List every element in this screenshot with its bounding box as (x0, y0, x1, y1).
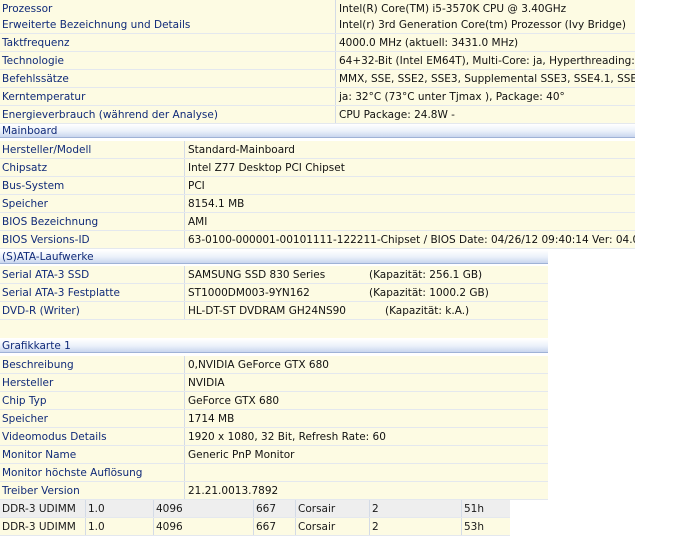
mainboard-row: Speicher 8154.1 MB (0, 195, 635, 213)
memory-speed: 667 (253, 500, 295, 518)
mainboard-label: BIOS Versions-ID (2, 234, 90, 246)
gpu-label: Monitor höchste Auflösung (2, 467, 143, 479)
memory-type: DDR-3 UDIMM (2, 521, 76, 533)
drive-capacity: (Kapazität: k.A.) (385, 305, 470, 317)
gpu-row: Treiber Version 21.21.0013.7892 (0, 482, 548, 500)
cpu-label: Erweiterte Bezeichnung und Details (2, 19, 191, 31)
empty-row (0, 320, 548, 338)
gpu-label: Videomodus Details (2, 431, 107, 443)
cpu-row: Kerntemperatur ja: 32°C (73°C unter Tjma… (0, 88, 635, 106)
memory-size: 4096 (153, 500, 253, 518)
memory-speed: 667 (253, 518, 295, 536)
drive-label: Serial ATA-3 SSD (2, 269, 90, 281)
gpu-label: Hersteller (2, 377, 54, 389)
memory-row: DDR-3 UDIMM 1.0 4096 667 Corsair 2 51h (0, 500, 510, 518)
drive-label: DVD-R (Writer) (2, 305, 80, 317)
drive-capacity: (Kapazität: 1000.2 GB) (369, 287, 489, 299)
gpu-value: 21.21.0013.7892 (184, 482, 548, 500)
gpu-value: GeForce GTX 680 (184, 392, 548, 410)
cpu-value: 4000.0 MHz (aktuell: 3431.0 MHz) (335, 34, 635, 52)
memory-bank: 2 (369, 518, 461, 536)
gpu-label: Beschreibung (2, 359, 74, 371)
cpu-label: Taktfrequenz (2, 37, 70, 49)
gpu-row: Hersteller NVIDIA (0, 374, 548, 392)
memory-type: DDR-3 UDIMM (2, 503, 76, 515)
memory-vendor: Corsair (295, 500, 369, 518)
gpu-row: Speicher 1714 MB (0, 410, 548, 428)
drive-value: ST1000DM003-9YN162 (Kapazität: 1000.2 GB… (184, 284, 548, 302)
mainboard-label: Bus-System (2, 180, 65, 192)
gpu-value: 1920 x 1080, 32 Bit, Refresh Rate: 60 (184, 428, 548, 446)
drive-model: SAMSUNG SSD 830 Series (188, 269, 326, 281)
memory-row: DDR-3 UDIMM 1.0 4096 667 Corsair 2 53h (0, 518, 510, 536)
gpu-row: Beschreibung 0,NVIDIA GeForce GTX 680 (0, 356, 548, 374)
cpu-row: Technologie 64+32-Bit (Intel EM64T), Mul… (0, 52, 635, 70)
cpu-value: ja: 32°C (73°C unter Tjmax ), Package: 4… (335, 88, 635, 106)
section-header-sata[interactable]: (S)ATA-Laufwerke (0, 250, 548, 264)
memory-vendor: Corsair (295, 518, 369, 536)
cpu-row: Taktfrequenz 4000.0 MHz (aktuell: 3431.0… (0, 34, 635, 52)
cpu-label: Energieverbrauch (während der Analyse) (2, 109, 218, 121)
mainboard-value: AMI (184, 213, 635, 231)
gpu-row: Monitor Name Generic PnP Monitor (0, 446, 548, 464)
cpu-label: Befehlssätze (2, 73, 69, 85)
gpu-value: 0,NVIDIA GeForce GTX 680 (184, 356, 548, 374)
cpu-row: Befehlssätze MMX, SSE, SSE2, SSE3, Suppl… (0, 70, 635, 88)
cpu-row: Erweiterte Bezeichnung und Details Intel… (0, 16, 635, 34)
gpu-label: Chip Typ (2, 395, 47, 407)
drive-model: HL-DT-ST DVDRAM GH24NS90 (188, 305, 346, 317)
mainboard-label: BIOS Bezeichnung (2, 216, 99, 228)
gpu-label: Treiber Version (2, 485, 80, 497)
drive-capacity: (Kapazität: 256.1 GB) (369, 269, 483, 281)
mainboard-row: Bus-System PCI (0, 177, 635, 195)
gpu-row: Videomodus Details 1920 x 1080, 32 Bit, … (0, 428, 548, 446)
drive-row: Serial ATA-3 Festplatte ST1000DM003-9YN1… (0, 284, 548, 302)
drive-row: DVD-R (Writer) HL-DT-ST DVDRAM GH24NS90 … (0, 302, 548, 320)
mainboard-label: Speicher (2, 198, 48, 210)
gpu-value: Generic PnP Monitor (184, 446, 548, 464)
drive-model: ST1000DM003-9YN162 (188, 287, 310, 299)
mainboard-row: Hersteller/Modell Standard-Mainboard (0, 141, 635, 159)
mainboard-value: Intel Z77 Desktop PCI Chipset (184, 159, 635, 177)
mainboard-row: Chipsatz Intel Z77 Desktop PCI Chipset (0, 159, 635, 177)
gpu-value: 1714 MB (184, 410, 548, 428)
gpu-value (184, 464, 548, 482)
gpu-row: Monitor höchste Auflösung (0, 464, 548, 482)
cpu-value: MMX, SSE, SSE2, SSE3, Supplemental SSE3,… (335, 70, 635, 88)
gpu-row: Chip Typ GeForce GTX 680 (0, 392, 548, 410)
cpu-value: CPU Package: 24.8W - (335, 106, 635, 124)
drive-value: SAMSUNG SSD 830 Series (Kapazität: 256.1… (184, 266, 548, 284)
drive-row: Serial ATA-3 SSD SAMSUNG SSD 830 Series … (0, 266, 548, 284)
memory-id: 51h (461, 500, 510, 518)
memory-bank: 2 (369, 500, 461, 518)
mainboard-value: Standard-Mainboard (184, 141, 635, 159)
mainboard-row: BIOS Versions-ID 63-0100-000001-00101111… (0, 231, 635, 249)
drive-label: Serial ATA-3 Festplatte (2, 287, 120, 299)
memory-id: 53h (461, 518, 510, 536)
memory-version: 1.0 (85, 518, 153, 536)
mainboard-value: PCI (184, 177, 635, 195)
memory-version: 1.0 (85, 500, 153, 518)
gpu-label: Monitor Name (2, 449, 77, 461)
mainboard-label: Chipsatz (2, 162, 48, 174)
gpu-label: Speicher (2, 413, 48, 425)
drive-value: HL-DT-ST DVDRAM GH24NS90 (Kapazität: k.A… (184, 302, 548, 320)
memory-size: 4096 (153, 518, 253, 536)
mainboard-row: BIOS Bezeichnung AMI (0, 213, 635, 231)
cpu-label: Kerntemperatur (2, 91, 86, 103)
section-header-mainboard[interactable]: Mainboard (0, 124, 635, 138)
cpu-value: Intel(r) 3rd Generation Core(tm) Prozess… (335, 16, 635, 34)
mainboard-value: 8154.1 MB (184, 195, 635, 213)
cpu-label: Technologie (2, 55, 64, 67)
mainboard-value: 63-0100-000001-00101111-122211-Chipset /… (184, 231, 635, 249)
cpu-value: 64+32-Bit (Intel EM64T), Multi-Core: ja,… (335, 52, 635, 70)
gpu-value: NVIDIA (184, 374, 548, 392)
mainboard-label: Hersteller/Modell (2, 144, 92, 156)
cpu-row: Energieverbrauch (während der Analyse) C… (0, 106, 635, 124)
section-header-grafikkarte[interactable]: Grafikkarte 1 (0, 339, 548, 353)
